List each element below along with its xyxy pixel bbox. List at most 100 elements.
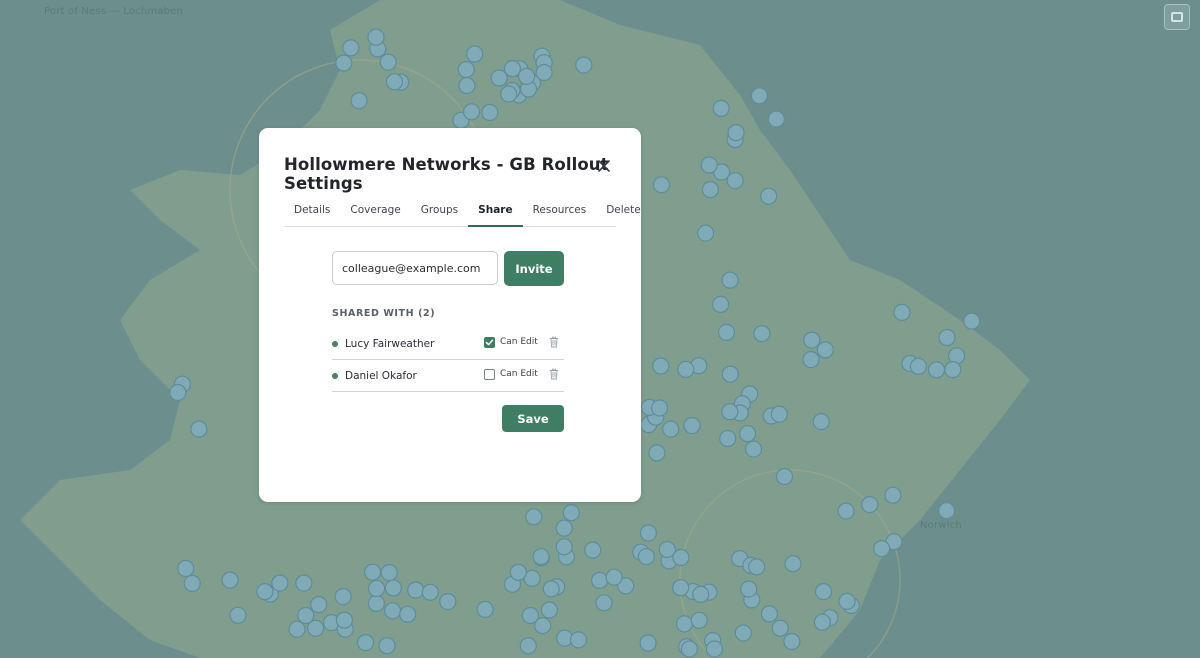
site-marker[interactable] (683, 417, 701, 435)
site-marker[interactable] (439, 592, 457, 611)
site-marker[interactable] (378, 637, 396, 655)
site-marker[interactable] (385, 73, 404, 91)
tab-coverage[interactable]: Coverage (340, 196, 410, 226)
site-marker[interactable] (380, 563, 398, 582)
site-marker[interactable] (711, 295, 730, 313)
site-marker[interactable] (584, 541, 602, 559)
site-marker[interactable] (169, 383, 187, 402)
tab-delete[interactable]: Delete (596, 196, 651, 226)
site-marker[interactable] (555, 538, 573, 556)
site-marker[interactable] (747, 558, 766, 576)
map-layers-button[interactable] (1164, 4, 1190, 30)
site-marker[interactable] (734, 624, 752, 642)
site-marker[interactable] (838, 592, 856, 611)
site-marker[interactable] (705, 640, 724, 658)
site-marker[interactable] (517, 67, 536, 86)
site-marker[interactable] (356, 633, 375, 652)
site-marker[interactable] (342, 39, 360, 57)
site-marker[interactable] (760, 187, 778, 205)
site-marker[interactable] (672, 579, 690, 597)
site-marker[interactable] (652, 357, 670, 375)
site-marker[interactable] (944, 361, 962, 379)
site-marker[interactable] (519, 637, 537, 655)
can-edit-checkbox[interactable] (484, 337, 495, 348)
site-marker[interactable] (540, 601, 559, 619)
site-marker[interactable] (658, 540, 676, 559)
site-marker[interactable] (639, 524, 658, 542)
site-marker[interactable] (721, 271, 739, 289)
site-marker[interactable] (183, 574, 201, 593)
tab-details[interactable]: Details (284, 196, 340, 226)
site-marker[interactable] (384, 602, 402, 620)
site-marker[interactable] (719, 429, 737, 448)
site-marker[interactable] (721, 403, 739, 421)
site-marker[interactable] (937, 502, 956, 520)
site-marker[interactable] (893, 303, 911, 321)
site-marker[interactable] (639, 634, 657, 652)
site-marker[interactable] (927, 361, 946, 379)
site-marker[interactable] (727, 124, 745, 142)
site-marker[interactable] (740, 580, 758, 598)
site-marker[interactable] (256, 582, 274, 601)
site-marker[interactable] (457, 60, 475, 79)
site-marker[interactable] (771, 619, 789, 637)
site-marker[interactable] (662, 420, 680, 438)
tab-share[interactable]: Share (468, 196, 524, 227)
tab-groups[interactable]: Groups (411, 196, 468, 226)
site-marker[interactable] (721, 365, 739, 383)
site-marker[interactable] (569, 631, 588, 649)
site-marker[interactable] (648, 444, 666, 462)
invite-email-input[interactable] (332, 251, 498, 285)
site-marker[interactable] (590, 571, 609, 590)
site-marker[interactable] (458, 76, 476, 95)
site-marker[interactable] (884, 486, 902, 504)
site-marker[interactable] (335, 611, 353, 629)
site-marker[interactable] (775, 467, 794, 486)
site-marker[interactable] (701, 181, 720, 199)
site-marker[interactable] (535, 63, 553, 82)
site-marker[interactable] (476, 600, 494, 619)
site-marker[interactable] (717, 323, 736, 341)
site-marker[interactable] (462, 103, 481, 121)
site-marker[interactable] (938, 328, 956, 347)
site-marker[interactable] (700, 156, 718, 174)
site-marker[interactable] (837, 502, 855, 520)
site-marker[interactable] (521, 606, 540, 625)
site-marker[interactable] (738, 425, 757, 443)
site-marker[interactable] (605, 568, 623, 586)
site-marker[interactable] (872, 539, 891, 558)
site-marker[interactable] (350, 92, 368, 110)
site-marker[interactable] (288, 620, 306, 638)
site-marker[interactable] (595, 594, 613, 612)
site-marker[interactable] (637, 547, 656, 566)
site-marker[interactable] (760, 605, 779, 623)
trash-icon[interactable] (549, 368, 559, 380)
site-marker[interactable] (542, 580, 560, 598)
site-marker[interactable] (750, 87, 769, 105)
site-marker[interactable] (229, 606, 247, 624)
site-marker[interactable] (712, 99, 730, 118)
site-marker[interactable] (190, 420, 208, 438)
site-marker[interactable] (744, 440, 763, 458)
site-marker[interactable] (500, 85, 518, 103)
can-edit-checkbox[interactable] (484, 369, 495, 380)
site-marker[interactable] (680, 640, 699, 658)
site-marker[interactable] (407, 581, 425, 599)
tab-resources[interactable]: Resources (523, 196, 597, 226)
site-marker[interactable] (675, 615, 694, 633)
site-marker[interactable] (525, 508, 543, 526)
site-marker[interactable] (221, 571, 239, 589)
site-marker[interactable] (399, 605, 417, 623)
site-marker[interactable] (295, 574, 313, 592)
site-marker[interactable] (466, 45, 484, 63)
site-marker[interactable] (555, 519, 573, 537)
site-marker[interactable] (575, 56, 593, 74)
site-marker[interactable] (677, 360, 695, 378)
site-marker[interactable] (753, 325, 771, 343)
site-marker[interactable] (297, 606, 315, 625)
site-marker[interactable] (562, 504, 580, 522)
site-marker[interactable] (364, 563, 382, 581)
site-marker[interactable] (963, 312, 981, 330)
site-marker[interactable] (803, 331, 821, 349)
site-marker[interactable] (692, 585, 710, 604)
